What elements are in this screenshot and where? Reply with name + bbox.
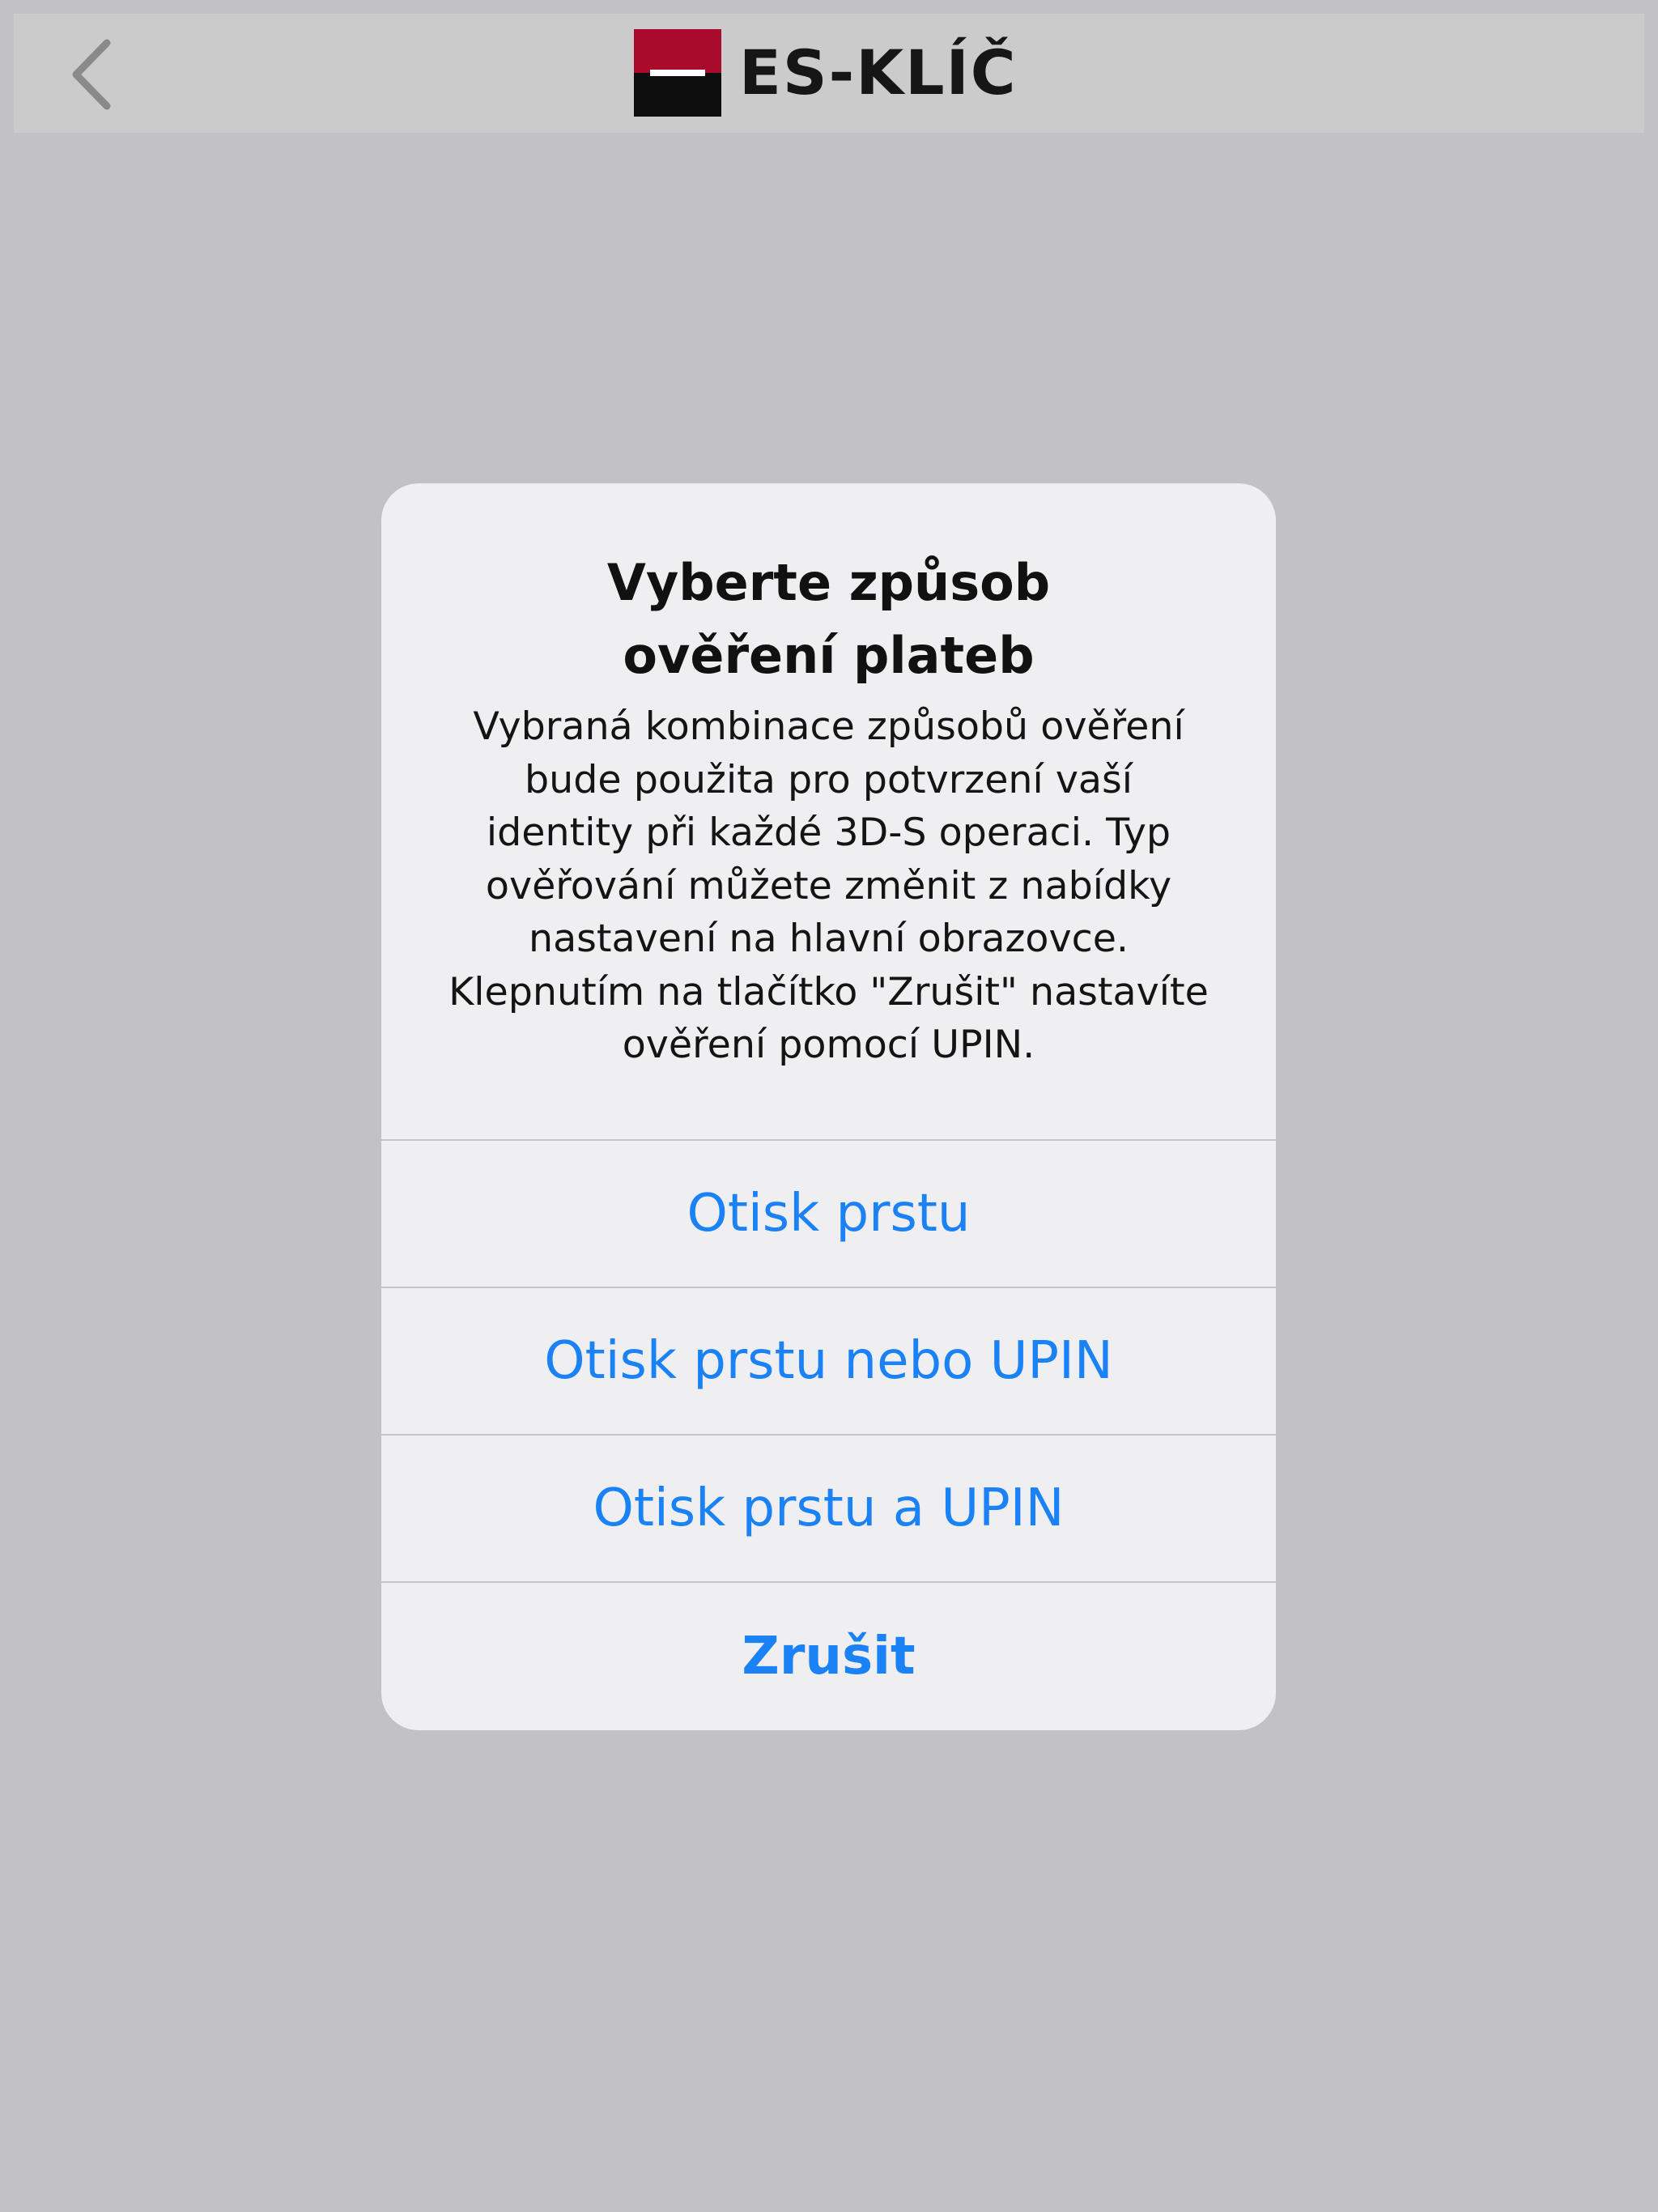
alert-dialog: Vyberte způsob ověření plateb Vybraná ko… [381,483,1276,1730]
alert-title-line: Vyberte způsob [606,553,1051,612]
alert-message-line: identity při každé 3D-S operaci. Typ [486,810,1171,855]
alert-message: Vybraná kombinace způsobů ověření bude p… [414,700,1244,1072]
alert-message-line: ověřování můžete změnit z nabídky [485,863,1172,908]
alert-message-line: Klepnutím na tlačítko "Zrušit" nastavíte [449,969,1209,1015]
alert-title-line: ověření plateb [623,626,1035,685]
alert-content: Vyberte způsob ověření plateb Vybraná ko… [381,483,1276,1139]
dimmed-overlay: Vyberte způsob ověření plateb Vybraná ko… [0,0,1658,2212]
alert-message-line: nastavení na hlavní obrazovce. [528,917,1129,961]
cancel-button[interactable]: Zrušit [381,1581,1276,1730]
fingerprint-or-upin-button[interactable]: Otisk prstu nebo UPIN [381,1287,1276,1434]
fingerprint-and-upin-button[interactable]: Otisk prstu a UPIN [381,1434,1276,1581]
alert-message-line: ověření pomocí UPIN. [622,1023,1035,1067]
alert-message-line: Vybraná kombinace způsobů ověření [473,704,1184,749]
alert-title: Vyberte způsob ověření plateb [430,547,1227,692]
alert-message-line: bude použita pro potvrzení vaší [524,757,1133,802]
fingerprint-button[interactable]: Otisk prstu [381,1139,1276,1287]
